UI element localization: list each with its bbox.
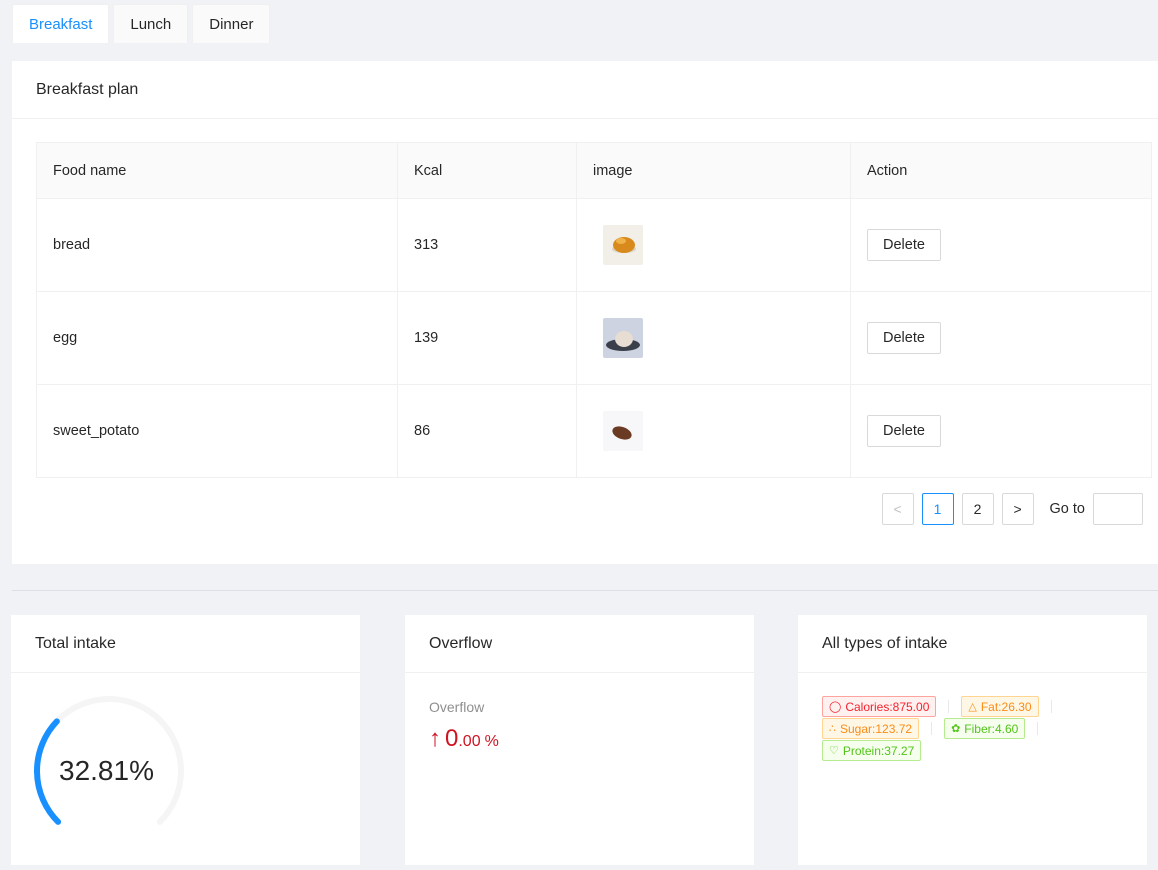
kcal-cell: 139 (397, 291, 577, 385)
tag-label: Calories:875.00 (845, 699, 930, 714)
prev-page-button[interactable]: < (881, 493, 914, 525)
egg-image (603, 318, 643, 358)
intake-tags: ◯ Calories:875.00 △ Fat:26.30 ∴ Sugar:12… (822, 696, 1122, 762)
column-header-action: Action (850, 142, 1152, 199)
divider (948, 700, 950, 713)
table-header: Food name Kcal image Action (36, 142, 1152, 199)
fat-tag: △ Fat:26.30 (961, 696, 1039, 717)
total-intake-card: Total intake 32.81% (11, 615, 360, 865)
column-header-food-name: Food name (36, 142, 398, 199)
protein-tag: ♡ Protein:37.27 (822, 740, 922, 761)
divider (1050, 700, 1052, 713)
breakfast-plan-card: Breakfast plan Food name Kcal image Acti… (12, 61, 1158, 564)
sugar-tag: ∴ Sugar:123.72 (822, 718, 920, 739)
section-divider (12, 590, 1158, 591)
heart-icon: ♡ (829, 745, 839, 757)
tag-label: Sugar:123.72 (840, 721, 913, 736)
value-suffix: % (484, 733, 499, 750)
arrow-up-icon: ↑ (429, 725, 441, 752)
tab-lunch[interactable]: Lunch (113, 4, 189, 43)
sweet-potato-image (603, 411, 643, 451)
food-name-cell: bread (36, 198, 398, 292)
image-cell (576, 198, 851, 292)
column-header-image: image (576, 142, 851, 199)
image-cell (576, 384, 851, 478)
table-row: bread 313 Delete (36, 198, 1152, 292)
value-integer: 0 (445, 725, 459, 752)
delete-button[interactable]: Delete (867, 322, 941, 354)
statistic-title: Overflow (429, 699, 485, 715)
calories-tag: ◯ Calories:875.00 (822, 696, 937, 717)
fiber-tag: ✿ Fiber:4.60 (944, 718, 1026, 739)
overflow-card: Overflow Overflow ↑ 0 .00 % (405, 615, 754, 865)
food-table: Food name Kcal image Action bread 313 De… (36, 142, 1152, 478)
card-title: Overflow (405, 615, 754, 673)
goto-label: Go to (1049, 501, 1085, 517)
divider (1037, 722, 1039, 735)
card-title: All types of intake (798, 615, 1147, 673)
tab-dinner[interactable]: Dinner (192, 4, 271, 43)
delete-button[interactable]: Delete (867, 229, 941, 261)
table-row: egg 139 Delete (36, 291, 1152, 385)
table-row: sweet_potato 86 Delete (36, 384, 1152, 478)
column-header-kcal: Kcal (397, 142, 577, 199)
food-name-cell: egg (36, 291, 398, 385)
delete-button[interactable]: Delete (867, 415, 941, 447)
leaf-icon: ✿ (951, 723, 961, 735)
next-page-button[interactable]: > (1001, 493, 1034, 525)
tag-label: Fat:26.30 (980, 699, 1032, 714)
tag-label: Protein:37.27 (842, 743, 915, 758)
pagination: < 1 2 > Go to (881, 493, 1143, 525)
image-cell (576, 291, 851, 385)
card-title: Total intake (11, 615, 360, 673)
kcal-cell: 313 (397, 198, 577, 292)
meal-tabs: Breakfast Lunch Dinner (12, 4, 271, 43)
bread-image (603, 225, 643, 265)
statistic-value: ↑ 0 .00 % (429, 725, 499, 753)
intake-types-card: All types of intake ◯ Calories:875.00 △ … (798, 615, 1147, 865)
cluster-icon: ∴ (829, 723, 836, 735)
warning-icon: △ (968, 701, 977, 713)
card-title: Breakfast plan (12, 61, 1158, 119)
kcal-cell: 86 (397, 384, 577, 478)
goto-page-input[interactable] (1093, 493, 1143, 525)
value-decimal: .00 (458, 733, 481, 750)
intake-percent-text: 32.81% (59, 755, 154, 786)
action-cell: Delete (850, 198, 1152, 292)
action-cell: Delete (850, 384, 1152, 478)
tab-breakfast[interactable]: Breakfast (12, 4, 110, 43)
fire-icon: ◯ (829, 701, 842, 713)
page-1-button[interactable]: 1 (921, 493, 954, 525)
food-name-cell: sweet_potato (36, 384, 398, 478)
gauge-fill (34, 718, 62, 825)
tag-label: Fiber:4.60 (964, 721, 1019, 736)
divider (931, 722, 933, 735)
page-2-button[interactable]: 2 (961, 493, 994, 525)
action-cell: Delete (850, 291, 1152, 385)
